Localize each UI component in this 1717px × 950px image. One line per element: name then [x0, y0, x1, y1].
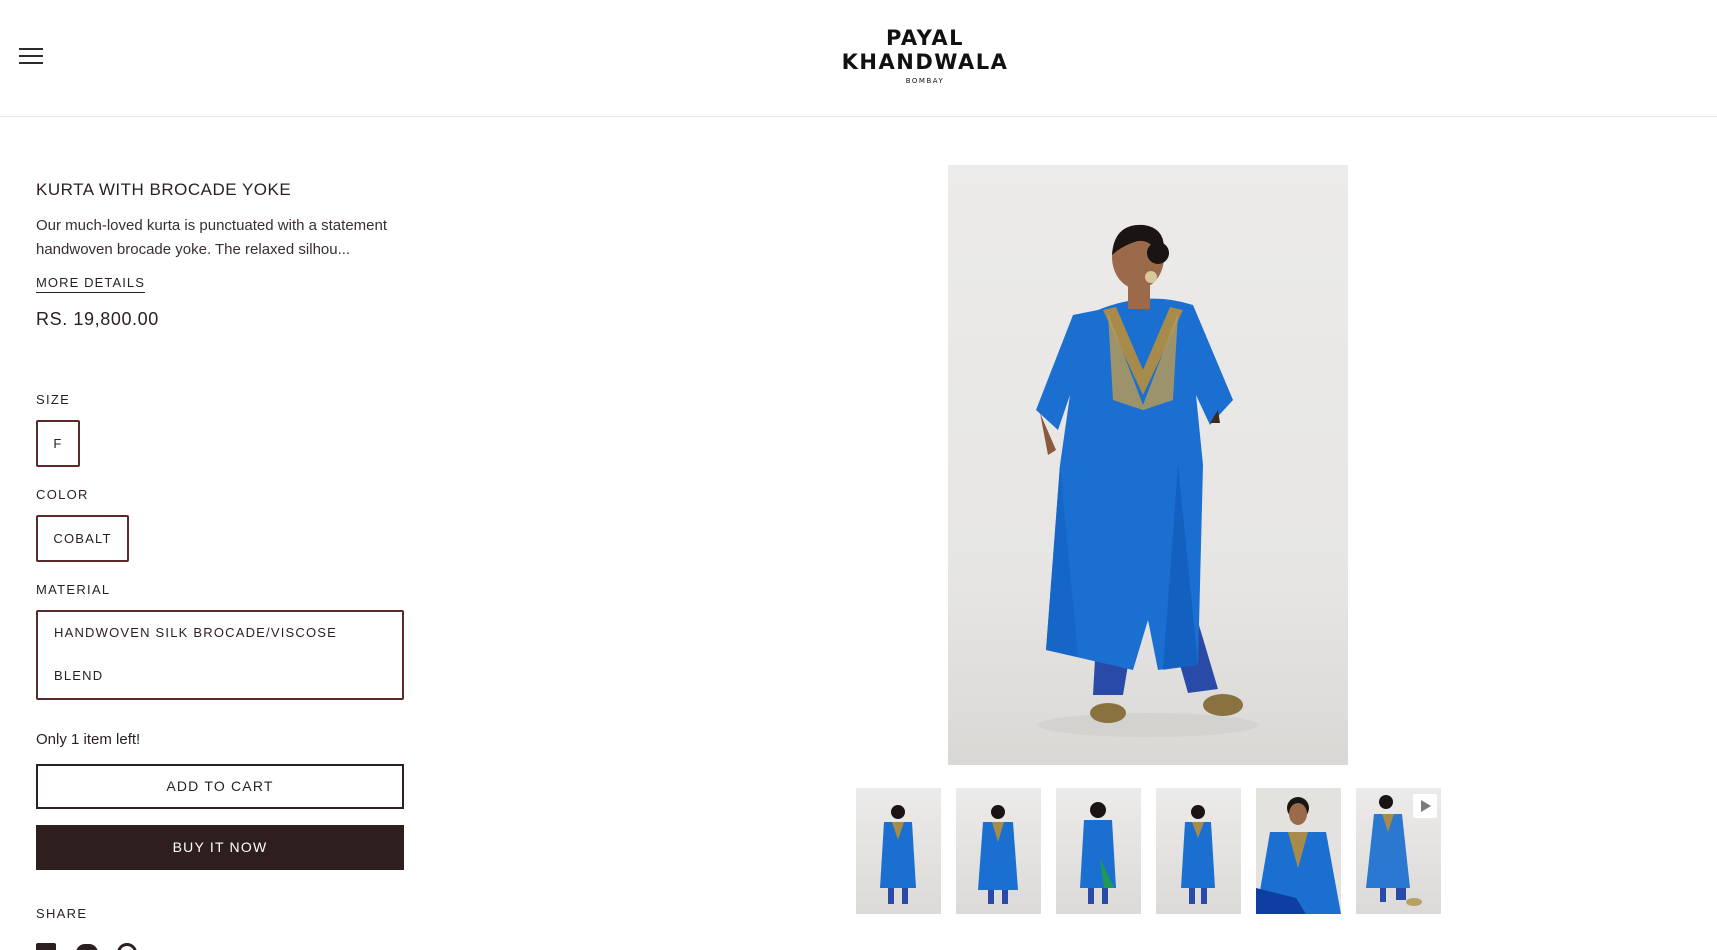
site-header: PAYAL KHANDWALA BOMBAY: [0, 0, 1717, 117]
thumbnail-6-video[interactable]: [1356, 788, 1441, 914]
thumbnail-figure: [1256, 788, 1341, 914]
main-product-image[interactable]: [948, 165, 1348, 765]
product-title: KURTA WITH BROCADE YOKE: [36, 180, 292, 199]
model-figure-illustration: [1036, 224, 1258, 737]
thumbnail-figure: [1080, 802, 1116, 904]
logo-line-2: KHANDWALA: [841, 50, 1009, 74]
hamburger-menu-icon[interactable]: [19, 48, 43, 66]
color-option-cobalt[interactable]: COBALT: [36, 515, 129, 562]
material-text-line-1: HANDWOVEN SILK BROCADE/VISCOSE: [54, 625, 338, 640]
thumbnail-3[interactable]: [1056, 788, 1141, 914]
facebook-icon[interactable]: [36, 943, 56, 950]
add-to-cart-button[interactable]: ADD TO CART: [36, 764, 404, 809]
thumbnail-1[interactable]: [856, 788, 941, 914]
material-option[interactable]: HANDWOVEN SILK BROCADE/VISCOSE BLEND: [36, 610, 404, 700]
thumbnail-2[interactable]: [956, 788, 1041, 914]
size-option-f[interactable]: F: [36, 420, 80, 467]
product-price: RS. 19,800.00: [36, 309, 159, 329]
size-label: SIZE: [36, 392, 71, 407]
logo-line-3: BOMBAY: [905, 77, 945, 85]
pinterest-icon[interactable]: [117, 943, 137, 950]
stock-notice: Only 1 item left!: [36, 731, 141, 748]
buy-it-now-button[interactable]: BUY IT NOW: [36, 825, 404, 870]
share-icons: [36, 943, 146, 950]
thumbnail-figure: [1181, 805, 1215, 904]
product-info: KURTA WITH BROCADE YOKE Our much-loved k…: [36, 180, 404, 330]
play-icon[interactable]: [1413, 794, 1437, 818]
brand-logo[interactable]: PAYAL KHANDWALA BOMBAY: [835, 26, 1015, 85]
logo-line-1: PAYAL: [885, 26, 965, 50]
thumbnail-4[interactable]: [1156, 788, 1241, 914]
twitter-icon[interactable]: [76, 944, 98, 950]
thumbnail-5[interactable]: [1256, 788, 1341, 914]
material-text-line-2: BLEND: [54, 668, 104, 683]
product-description: Our much-loved kurta is punctuated with …: [36, 217, 388, 258]
material-label: MATERIAL: [36, 582, 111, 597]
thumbnail-figure: [880, 805, 916, 904]
color-label: COLOR: [36, 487, 89, 502]
thumbnail-figure: [978, 805, 1018, 904]
more-details-link[interactable]: MORE DETAILS: [36, 275, 146, 293]
share-label: SHARE: [36, 906, 88, 921]
